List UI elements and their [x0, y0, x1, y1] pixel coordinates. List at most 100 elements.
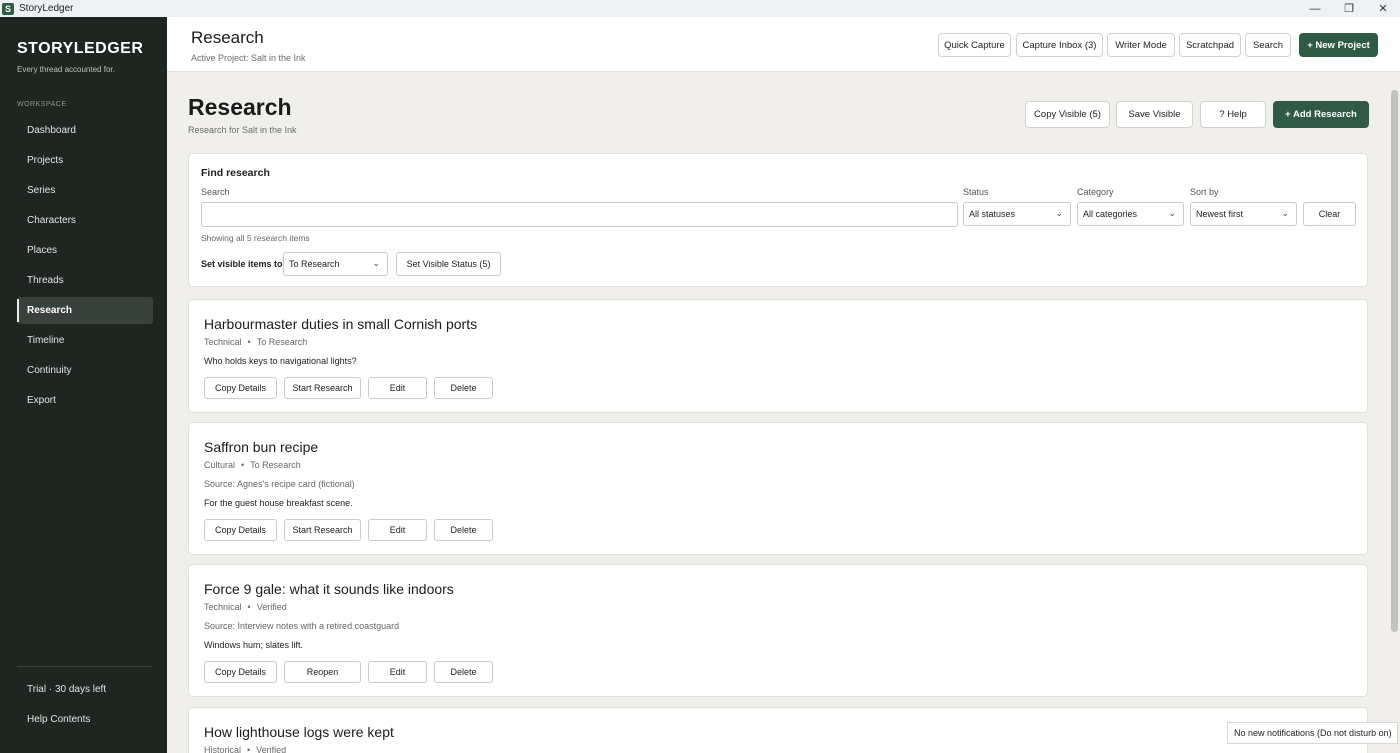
new-project-button[interactable]: + New Project [1299, 33, 1378, 57]
sidebar-nav: Dashboard Projects Series Characters Pla… [17, 117, 153, 417]
notification-toast: No new notifications (Do not disturb on) [1227, 722, 1398, 744]
sidebar-item-projects[interactable]: Projects [17, 147, 153, 174]
category-select-value: All categories [1083, 209, 1138, 219]
showing-count: Showing all 5 research items [201, 233, 310, 243]
search-button[interactable]: Search [1245, 33, 1291, 57]
delete-button[interactable]: Delete [434, 377, 493, 399]
research-item-note: Windows hum; slates lift. [204, 640, 304, 650]
research-item-status: Verified [256, 602, 287, 612]
bulk-status-value: To Research [289, 259, 340, 269]
sort-label: Sort by [1190, 187, 1219, 197]
status-label: Status [963, 187, 989, 197]
copy-details-button[interactable]: Copy Details [204, 377, 277, 399]
sidebar-divider [17, 666, 152, 667]
sidebar-item-series[interactable]: Series [17, 177, 153, 204]
clear-filters-button[interactable]: Clear [1303, 202, 1356, 226]
sidebar-item-threads[interactable]: Threads [17, 267, 153, 294]
research-item-card: Force 9 gale: what it sounds like indoor… [188, 564, 1368, 697]
research-item-card: Saffron bun recipe Cultural • To Research … [188, 422, 1368, 555]
brand-tagline: Every thread accounted for. [17, 65, 115, 74]
main-content: Research Research for Salt in the Ink Co… [167, 72, 1387, 753]
close-button[interactable]: ✕ [1366, 0, 1400, 17]
delete-button[interactable]: Delete [434, 519, 493, 541]
delete-button[interactable]: Delete [434, 661, 493, 683]
bulk-status-select[interactable]: To Research ⌄ [283, 252, 388, 276]
sort-select[interactable]: Newest first ⌄ [1190, 202, 1297, 226]
edit-button[interactable]: Edit [368, 661, 427, 683]
brand-logo: STORYLEDGER [17, 40, 144, 57]
bulk-status-label: Set visible items to [201, 259, 283, 269]
workspace-section-label: WORKSPACE [17, 101, 67, 108]
research-item-source: Source: Agnes's recipe card (fictional) [204, 479, 355, 489]
research-item-category: Technical [204, 602, 242, 612]
help-contents-link[interactable]: Help Contents [27, 714, 90, 725]
sidebar-item-characters[interactable]: Characters [17, 207, 153, 234]
meta-separator: • [247, 602, 251, 612]
page-subtitle: Research for Salt in the Ink [188, 125, 297, 135]
reopen-button[interactable]: Reopen [284, 661, 361, 683]
app-icon: S [2, 2, 14, 15]
writer-mode-button[interactable]: Writer Mode [1107, 33, 1175, 57]
restore-button[interactable]: ❐ [1332, 0, 1366, 17]
edit-button[interactable]: Edit [368, 519, 427, 541]
meta-separator: • [241, 460, 245, 470]
start-research-button[interactable]: Start Research [284, 519, 361, 541]
quick-capture-button[interactable]: Quick Capture [938, 33, 1011, 57]
window-title: StoryLedger [19, 3, 74, 14]
research-item-source: Source: Interview notes with a retired c… [204, 621, 400, 631]
chevron-down-icon: ⌄ [1281, 208, 1289, 218]
category-label: Category [1077, 187, 1114, 197]
sidebar: STORYLEDGER Every thread accounted for. … [0, 17, 167, 753]
status-select[interactable]: All statuses ⌄ [963, 202, 1071, 226]
research-item-status: To Research [250, 460, 301, 470]
add-research-button[interactable]: + Add Research [1273, 101, 1369, 128]
sidebar-item-places[interactable]: Places [17, 237, 153, 264]
research-item-status: To Research [256, 337, 308, 347]
category-select[interactable]: All categories ⌄ [1077, 202, 1184, 226]
search-label: Search [201, 187, 230, 197]
capture-inbox-button[interactable]: Capture Inbox (3) [1016, 33, 1103, 57]
copy-details-button[interactable]: Copy Details [204, 661, 277, 683]
scrollbar-thumb[interactable] [1391, 90, 1398, 632]
research-item-note: For the guest house breakfast scene. [204, 498, 353, 508]
active-project-label: Active Project: Salt in the Ink [191, 53, 306, 63]
copy-visible-button[interactable]: Copy Visible (5) [1025, 101, 1110, 128]
filter-title: Find research [201, 167, 270, 179]
trial-status-link[interactable]: Trial · 30 days left [27, 684, 106, 695]
top-header: Research Active Project: Salt in the Ink… [167, 17, 1400, 72]
meta-separator: • [247, 745, 251, 753]
research-item-category: Cultural [204, 460, 236, 470]
research-item-title: Force 9 gale: what it sounds like indoor… [204, 581, 454, 597]
set-visible-status-button[interactable]: Set Visible Status (5) [396, 252, 501, 276]
sidebar-item-research[interactable]: Research [17, 297, 153, 324]
sidebar-item-timeline[interactable]: Timeline [17, 327, 153, 354]
research-item-card: Harbourmaster duties in small Cornish po… [188, 299, 1368, 413]
start-research-button[interactable]: Start Research [284, 377, 361, 399]
research-item-card: How lighthouse logs were kept Historical… [188, 707, 1368, 753]
main-scrollbar[interactable] [1388, 72, 1400, 753]
research-item-title: Saffron bun recipe [204, 439, 319, 455]
sidebar-item-continuity[interactable]: Continuity [17, 357, 153, 384]
research-item-meta: Technical • To Research [204, 337, 307, 347]
minimize-button[interactable]: — [1298, 0, 1332, 17]
edit-button[interactable]: Edit [368, 377, 427, 399]
research-item-title: Harbourmaster duties in small Cornish po… [204, 316, 478, 332]
research-item-meta: Technical • Verified [204, 602, 287, 612]
sidebar-item-dashboard[interactable]: Dashboard [17, 117, 153, 144]
help-button[interactable]: ? Help [1200, 101, 1266, 128]
filter-panel: Find research Search Status All statuses… [188, 153, 1368, 287]
chevron-down-icon: ⌄ [372, 258, 380, 268]
research-item-category: Historical [204, 745, 242, 753]
copy-details-button[interactable]: Copy Details [204, 519, 277, 541]
search-input[interactable] [201, 202, 958, 227]
research-item-category: Technical [204, 337, 242, 347]
chevron-down-icon: ⌄ [1055, 208, 1063, 218]
research-item-status: Verified [256, 745, 287, 753]
save-visible-button[interactable]: Save Visible [1116, 101, 1193, 128]
scratchpad-button[interactable]: Scratchpad [1179, 33, 1241, 57]
window-titlebar: S StoryLedger — ❐ ✕ [0, 0, 1400, 17]
window-controls: — ❐ ✕ [1298, 0, 1400, 17]
sidebar-item-export[interactable]: Export [17, 387, 153, 414]
research-item-meta: Historical • Verified [204, 745, 286, 753]
status-select-value: All statuses [969, 209, 1016, 219]
